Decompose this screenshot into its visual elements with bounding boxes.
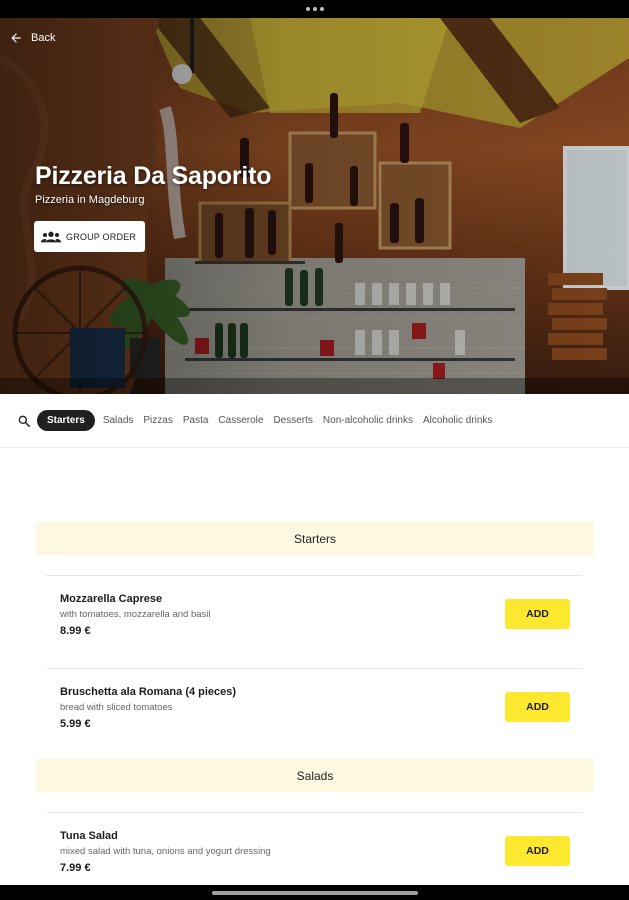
category-nav: Starters Salads Pizzas Pasta Casserole D… bbox=[0, 394, 629, 448]
device-frame: Back Pizzeria Da Saporito Pizzeria in Ma… bbox=[0, 0, 629, 900]
item-name: Bruschetta ala Romana (4 pieces) bbox=[60, 686, 237, 698]
item-description: mixed salad with tuna, onions and yogurt… bbox=[60, 846, 271, 857]
restaurant-title: Pizzeria Da Saporito bbox=[35, 162, 272, 190]
screen: Back Pizzeria Da Saporito Pizzeria in Ma… bbox=[0, 18, 629, 885]
item-price: 8.99 € bbox=[60, 625, 91, 637]
item-name: Mozzarella Caprese bbox=[60, 593, 163, 605]
item-name: Tuna Salad bbox=[60, 830, 118, 842]
menu-item: Tuna Salad mixed salad with tuna, onions… bbox=[46, 812, 582, 885]
item-description: bread with sliced tomatoes bbox=[60, 702, 173, 713]
menu-item: Mozzarella Caprese with tomatoes, mozzar… bbox=[46, 575, 582, 668]
back-button[interactable]: Back bbox=[9, 31, 55, 45]
category-chip-non-alcoholic-drinks[interactable]: Non-alcoholic drinks bbox=[323, 415, 413, 426]
category-chip-pizzas[interactable]: Pizzas bbox=[143, 415, 172, 426]
menu-item: Bruschetta ala Romana (4 pieces) bread w… bbox=[46, 668, 582, 761]
search-icon[interactable] bbox=[17, 414, 31, 428]
add-button[interactable]: ADD bbox=[505, 599, 570, 629]
category-chip-alcoholic-drinks[interactable]: Alcoholic drinks bbox=[423, 415, 492, 426]
group-order-button[interactable]: GROUP ORDER bbox=[34, 221, 145, 252]
category-chip-salads[interactable]: Salads bbox=[103, 415, 134, 426]
item-description: with tomatoes, mozzarella and basil bbox=[60, 609, 211, 620]
hero-overlay bbox=[0, 18, 629, 394]
restaurant-subtitle: Pizzeria in Magdeburg bbox=[35, 194, 145, 206]
add-button[interactable]: ADD bbox=[505, 692, 570, 722]
add-button[interactable]: ADD bbox=[505, 836, 570, 866]
hero-banner: Back Pizzeria Da Saporito Pizzeria in Ma… bbox=[0, 18, 629, 394]
home-indicator[interactable] bbox=[211, 890, 418, 895]
category-chip-starters[interactable]: Starters bbox=[37, 410, 95, 431]
category-chip-pasta[interactable]: Pasta bbox=[183, 415, 209, 426]
arrow-left-icon bbox=[11, 33, 21, 43]
section-header-salads: Salads bbox=[36, 759, 594, 792]
item-price: 7.99 € bbox=[60, 862, 91, 874]
category-chip-casserole[interactable]: Casserole bbox=[218, 415, 263, 426]
navigation-bar bbox=[0, 885, 629, 900]
item-price: 5.99 € bbox=[60, 718, 91, 730]
status-dots bbox=[305, 7, 324, 11]
group-icon bbox=[41, 231, 61, 242]
back-label: Back bbox=[31, 32, 56, 44]
group-order-label: GROUP ORDER bbox=[66, 231, 137, 242]
category-chip-desserts[interactable]: Desserts bbox=[273, 415, 312, 426]
section-header-starters: Starters bbox=[36, 522, 594, 555]
status-bar bbox=[0, 0, 629, 18]
